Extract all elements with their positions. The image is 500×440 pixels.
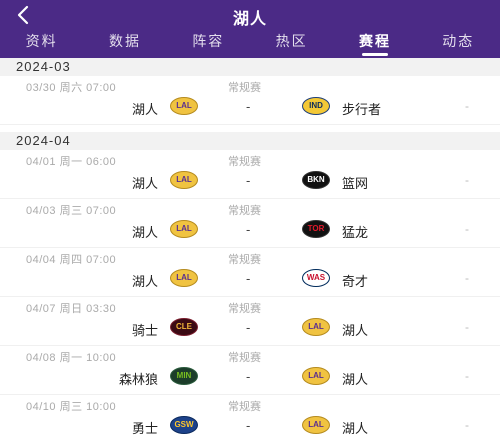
game-row[interactable]: 03/30 周六 07:00 常规赛湖人 LAL - IND 步行者 - [0, 76, 500, 125]
game-type: 常规赛 [228, 254, 261, 266]
away-team-name[interactable]: 湖人 [342, 369, 368, 388]
tab-bar: 资料 数据 阵容 热区 赛程 动态 [0, 31, 500, 56]
game-row[interactable]: 04/07 周日 03:30 常规赛骑士 CLE - LAL 湖人 - [0, 297, 500, 346]
away-team-name[interactable]: 奇才 [342, 271, 368, 290]
home-team-name[interactable]: 湖人 [132, 173, 158, 192]
game-time: 03/30 周六 07:00 [26, 82, 117, 94]
home-team-name[interactable]: 森林狼 [119, 369, 158, 388]
away-team-name[interactable]: 篮网 [342, 173, 368, 192]
game-row[interactable]: 04/01 周一 06:00 常规赛湖人 LAL - BKN 篮网 - [0, 150, 500, 199]
tab-profile[interactable]: 资料 [0, 31, 83, 55]
game-type: 常规赛 [228, 82, 261, 94]
away-team-logo-icon[interactable]: TOR [302, 220, 330, 238]
game-type: 常规赛 [228, 352, 261, 364]
away-team-name[interactable]: 湖人 [342, 320, 368, 339]
tab-stats[interactable]: 数据 [83, 31, 166, 55]
vs-separator: - [246, 99, 251, 114]
game-score: - [465, 173, 469, 187]
away-team-name[interactable]: 步行者 [342, 99, 381, 118]
page-title: 湖人 [232, 11, 267, 28]
game-row[interactable]: 04/08 周一 10:00 常规赛森林狼 MIN - LAL 湖人 - [0, 346, 500, 395]
home-team-logo-icon[interactable]: LAL [170, 269, 198, 287]
tab-roster[interactable]: 阵容 [167, 31, 250, 55]
game-type: 常规赛 [228, 401, 261, 413]
home-team-name[interactable]: 勇士 [132, 418, 158, 437]
away-team-name[interactable]: 湖人 [342, 418, 368, 437]
vs-separator: - [246, 222, 251, 237]
away-team-logo-icon[interactable]: WAS [302, 269, 330, 287]
away-team-logo-icon[interactable]: BKN [302, 171, 330, 189]
home-team-logo-icon[interactable]: GSW [170, 416, 198, 434]
vs-separator: - [246, 320, 251, 335]
home-team-logo-icon[interactable]: CLE [170, 318, 198, 336]
game-time: 04/03 周三 07:00 [26, 205, 117, 217]
game-type: 常规赛 [228, 303, 261, 315]
home-team-logo-icon[interactable]: LAL [170, 97, 198, 115]
game-row[interactable]: 04/03 周三 07:00 常规赛湖人 LAL - TOR 猛龙 - [0, 199, 500, 248]
home-team-logo-icon[interactable]: MIN [170, 367, 198, 385]
home-team-name[interactable]: 骑士 [132, 320, 158, 339]
home-team-logo-icon[interactable]: LAL [170, 220, 198, 238]
month-header: 2024-03 [0, 58, 500, 76]
active-tab-indicator [361, 53, 388, 56]
tab-schedule-label: 赛程 [358, 33, 391, 49]
top-header: 湖人 资料 数据 阵容 热区 赛程 动态 [0, 0, 500, 58]
away-team-logo-icon[interactable]: LAL [302, 318, 330, 336]
game-row[interactable]: 04/10 周三 10:00 常规赛勇士 GSW - LAL 湖人 - [0, 395, 500, 440]
game-score: - [465, 320, 469, 334]
game-score: - [465, 222, 469, 236]
game-row[interactable]: 04/04 周四 07:00 常规赛湖人 LAL - WAS 奇才 - [0, 248, 500, 297]
game-score: - [465, 418, 469, 432]
tab-schedule[interactable]: 赛程 [333, 31, 416, 56]
away-team-logo-icon[interactable]: LAL [302, 367, 330, 385]
vs-separator: - [246, 418, 251, 433]
game-time: 04/07 周日 03:30 [26, 303, 117, 315]
month-header: 2024-04 [0, 132, 500, 150]
game-time: 04/04 周四 07:00 [26, 254, 117, 266]
game-score: - [465, 271, 469, 285]
game-time: 04/08 周一 10:00 [26, 352, 117, 364]
tab-hotzone[interactable]: 热区 [250, 31, 333, 55]
vs-separator: - [246, 369, 251, 384]
tab-news[interactable]: 动态 [417, 31, 500, 55]
away-team-logo-icon[interactable]: IND [302, 97, 330, 115]
home-team-name[interactable]: 湖人 [132, 222, 158, 241]
game-time: 04/10 周三 10:00 [26, 401, 117, 413]
game-type: 常规赛 [228, 156, 261, 168]
home-team-name[interactable]: 湖人 [132, 271, 158, 290]
home-team-logo-icon[interactable]: LAL [170, 171, 198, 189]
home-team-name[interactable]: 湖人 [132, 99, 158, 118]
schedule-list: 2024-03 03/30 周六 07:00 常规赛 湖人 LAL - IND 步行者 -202… [0, 58, 500, 440]
game-score: - [465, 99, 469, 113]
away-team-logo-icon[interactable]: LAL [302, 416, 330, 434]
vs-separator: - [246, 271, 251, 286]
game-type: 常规赛 [228, 205, 261, 217]
away-team-name[interactable]: 猛龙 [342, 222, 368, 241]
vs-separator: - [246, 173, 251, 188]
game-score: - [465, 369, 469, 383]
game-time: 04/01 周一 06:00 [26, 156, 117, 168]
